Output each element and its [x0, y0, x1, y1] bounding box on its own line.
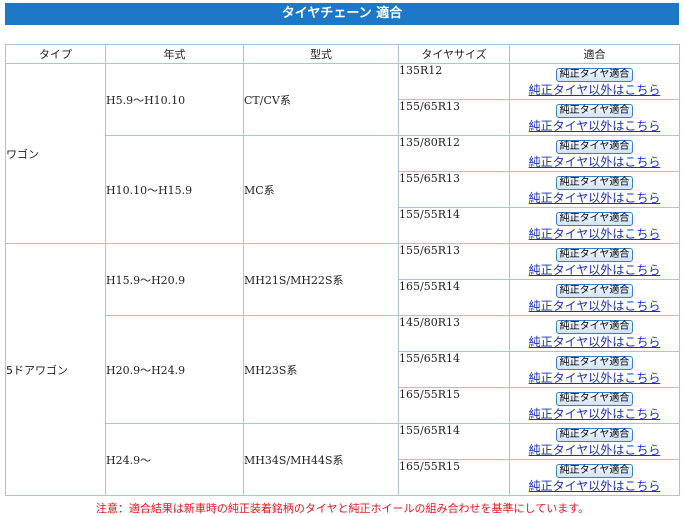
cell-year: H24.9〜: [105, 423, 244, 496]
table-row: H24.9〜 MH34S/MH44S系 155/65R14 純正タイヤ適合 純正タイヤ以…: [6, 423, 680, 496]
table-header-row: タイプ 年式 型式 タイヤサイズ 適合: [5, 44, 680, 64]
cell-tire-size: 145/80R13: [398, 315, 510, 352]
fitment-note: 注意：適合結果は新車時の純正装着銘柄のタイヤと純正ホイールの組み合わせを基準にし…: [95, 502, 590, 515]
non-genuine-tire-link[interactable]: 純正タイヤ以外はこちら: [510, 119, 679, 133]
non-genuine-tire-link[interactable]: 純正タイヤ以外はこちら: [510, 371, 679, 385]
non-genuine-tire-link[interactable]: 純正タイヤ以外はこちら: [510, 299, 679, 313]
cell-fitment: 純正タイヤ適合 純正タイヤ以外はこちら: [509, 63, 680, 100]
cell-fitment: 純正タイヤ適合 純正タイヤ以外はこちら: [509, 459, 680, 496]
cell-tire-size: 165/55R15: [398, 387, 510, 424]
cell-fitment: 純正タイヤ適合 純正タイヤ以外はこちら: [509, 207, 680, 244]
header-type: タイプ: [5, 44, 106, 64]
genuine-tire-fit-button[interactable]: 純正タイヤ適合: [555, 67, 634, 82]
cell-year: H5.9〜H10.10: [105, 63, 244, 136]
table-row: 5ドアワゴン H15.9〜H20.9 MH21S/MH22S系 155/65R13 純正…: [5, 243, 680, 496]
cell-year: H10.10〜H15.9: [105, 135, 244, 244]
non-genuine-tire-link[interactable]: 純正タイヤ以外はこちら: [510, 443, 679, 457]
non-genuine-tire-link[interactable]: 純正タイヤ以外はこちら: [510, 155, 679, 169]
cell-tire-size: 135/80R12: [398, 135, 510, 172]
cell-tire-size: 165/55R15: [398, 459, 510, 496]
cell-type: 5ドアワゴン: [5, 243, 106, 496]
cell-tire-size: 135R12: [398, 63, 510, 100]
cell-tire-size: 155/65R13: [398, 99, 510, 136]
genuine-tire-fit-button[interactable]: 純正タイヤ適合: [555, 319, 634, 334]
cell-fitment: 純正タイヤ適合 純正タイヤ以外はこちら: [509, 387, 680, 424]
header-fitment: 適合: [509, 44, 680, 64]
cell-fitment: 純正タイヤ適合 純正タイヤ以外はこちら: [509, 315, 680, 352]
cell-fitment: 純正タイヤ適合 純正タイヤ以外はこちら: [509, 171, 680, 208]
cell-tire-size: 165/55R14: [398, 279, 510, 316]
cell-tire-size: 155/65R14: [398, 423, 510, 460]
genuine-tire-fit-button[interactable]: 純正タイヤ適合: [555, 355, 634, 370]
cell-model: MH23S系: [243, 315, 399, 424]
genuine-tire-fit-button[interactable]: 純正タイヤ適合: [555, 427, 634, 442]
cell-fitment: 純正タイヤ適合 純正タイヤ以外はこちら: [509, 243, 680, 280]
header-year: 年式: [105, 44, 244, 64]
cell-model: MH21S/MH22S系: [243, 243, 399, 316]
table-body: ワゴン H5.9〜H10.10 CT/CV系 135R12 純正タイヤ適合 純正タイヤ以外…: [5, 63, 680, 496]
cell-fitment: 純正タイヤ適合 純正タイヤ以外はこちら: [509, 351, 680, 388]
genuine-tire-fit-button[interactable]: 純正タイヤ適合: [555, 283, 634, 298]
table-row: H10.10〜H15.9 MC系 135/80R12 純正タイヤ適合 純正タイヤ以外はこ…: [6, 135, 680, 244]
genuine-tire-fit-button[interactable]: 純正タイヤ適合: [555, 103, 634, 118]
cell-model: MC系: [243, 135, 399, 244]
page-title: タイヤチェーン 適合: [5, 3, 679, 25]
genuine-tire-fit-button[interactable]: 純正タイヤ適合: [555, 211, 634, 226]
genuine-tire-fit-button[interactable]: 純正タイヤ適合: [555, 139, 634, 154]
table-row: ワゴン H5.9〜H10.10 CT/CV系 135R12 純正タイヤ適合 純正タイヤ以外…: [5, 63, 680, 244]
non-genuine-tire-link[interactable]: 純正タイヤ以外はこちら: [510, 479, 679, 493]
cell-fitment: 純正タイヤ適合 純正タイヤ以外はこちら: [509, 279, 680, 316]
table-row: H20.9〜H24.9 MH23S系 145/80R13 純正タイヤ適合 純正タイヤ以外…: [6, 315, 680, 424]
cell-fitment: 純正タイヤ適合 純正タイヤ以外はこちら: [509, 423, 680, 460]
non-genuine-tire-link[interactable]: 純正タイヤ以外はこちら: [510, 227, 679, 241]
non-genuine-tire-link[interactable]: 純正タイヤ以外はこちら: [510, 335, 679, 349]
non-genuine-tire-link[interactable]: 純正タイヤ以外はこちら: [510, 191, 679, 205]
cell-tire-size: 155/65R13: [398, 243, 510, 280]
genuine-tire-fit-button[interactable]: 純正タイヤ適合: [555, 463, 634, 478]
genuine-tire-fit-button[interactable]: 純正タイヤ適合: [555, 175, 634, 190]
non-genuine-tire-link[interactable]: 純正タイヤ以外はこちら: [510, 407, 679, 421]
header-model: 型式: [243, 44, 399, 64]
cell-fitment: 純正タイヤ適合 純正タイヤ以外はこちら: [509, 99, 680, 136]
cell-type: ワゴン: [5, 63, 106, 244]
cell-model: MH34S/MH44S系: [243, 423, 399, 496]
cell-tire-size: 155/55R14: [398, 207, 510, 244]
non-genuine-tire-link[interactable]: 純正タイヤ以外はこちら: [510, 263, 679, 277]
header-tire-size: タイヤサイズ: [398, 44, 510, 64]
cell-fitment: 純正タイヤ適合 純正タイヤ以外はこちら: [509, 135, 680, 172]
genuine-tire-fit-button[interactable]: 純正タイヤ適合: [555, 391, 634, 406]
cell-year: H15.9〜H20.9: [105, 243, 244, 316]
cell-tire-size: 155/65R13: [398, 171, 510, 208]
cell-tire-size: 155/65R14: [398, 351, 510, 388]
genuine-tire-fit-button[interactable]: 純正タイヤ適合: [555, 247, 634, 262]
fitment-table: タイプ 年式 型式 タイヤサイズ 適合 ワゴン H5.9〜H10.10 CT/CV系…: [5, 44, 680, 496]
cell-year: H20.9〜H24.9: [105, 315, 244, 424]
cell-model: CT/CV系: [243, 63, 399, 136]
non-genuine-tire-link[interactable]: 純正タイヤ以外はこちら: [510, 83, 679, 97]
